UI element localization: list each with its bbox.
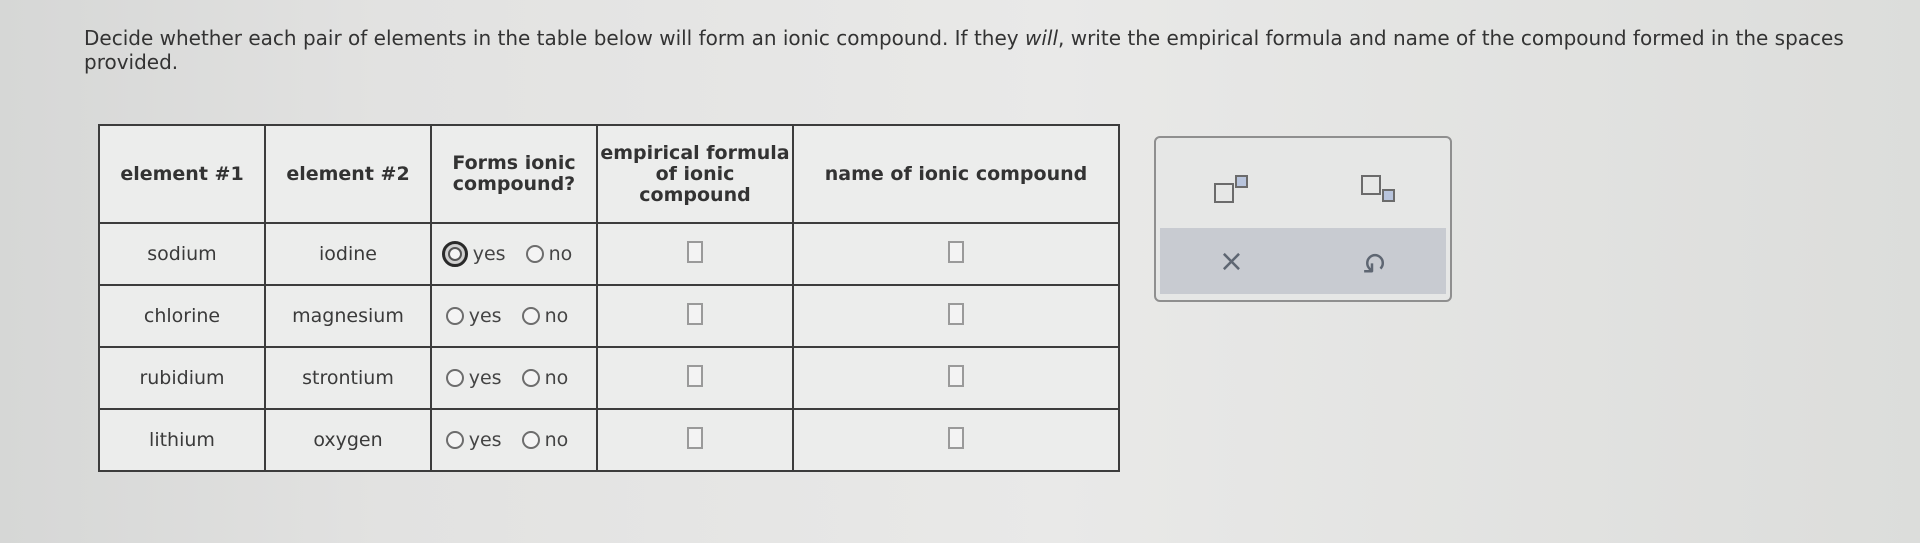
compound-name-input[interactable] xyxy=(948,364,964,387)
no-label: no xyxy=(544,429,569,451)
yes-radio[interactable] xyxy=(445,307,464,325)
header-element2: element #2 xyxy=(264,124,432,224)
table-row: chlorine magnesium yes no xyxy=(98,284,1120,348)
table-row: rubidium strontium yes no xyxy=(98,346,1120,410)
compound-name-input[interactable] xyxy=(948,240,964,263)
formula-toolbar: × ↺ xyxy=(1154,136,1452,302)
formula-cell xyxy=(596,346,794,410)
row-element2: iodine xyxy=(264,222,432,286)
formula-input[interactable] xyxy=(687,302,703,325)
yes-option[interactable]: yes xyxy=(445,305,502,327)
ionic-compound-table: element #1 element #2 Forms ionic compou… xyxy=(98,124,1120,472)
row-element2: strontium xyxy=(264,346,432,410)
no-radio[interactable] xyxy=(525,245,544,263)
no-label: no xyxy=(548,243,573,265)
no-option[interactable]: no xyxy=(525,243,573,265)
row-element1: sodium xyxy=(98,222,266,286)
yes-option[interactable]: yes xyxy=(445,429,502,451)
toolbar-action-row: × ↺ xyxy=(1160,228,1446,294)
header-compound-name: name of ionic compound xyxy=(792,124,1120,224)
formula-input[interactable] xyxy=(687,364,703,387)
name-cell xyxy=(792,222,1120,286)
yes-label: yes xyxy=(468,429,502,451)
toolbar-format-row xyxy=(1156,164,1450,214)
table-row: sodium iodine yes no xyxy=(98,222,1120,286)
row-element1: lithium xyxy=(98,408,266,472)
row-element2: magnesium xyxy=(264,284,432,348)
clear-button[interactable]: × xyxy=(1202,239,1262,283)
undo-icon: ↺ xyxy=(1361,243,1388,279)
formula-input[interactable] xyxy=(687,240,703,263)
instructions-emphasis: will xyxy=(1024,26,1058,50)
yes-label: yes xyxy=(468,305,502,327)
yes-radio[interactable] xyxy=(445,431,464,449)
formula-cell xyxy=(596,408,794,472)
instructions-text: Decide whether each pair of elements in … xyxy=(84,26,1874,74)
forms-ionic-radio-group: yes no xyxy=(430,408,598,472)
formula-cell xyxy=(596,284,794,348)
instructions-part1: Decide whether each pair of elements in … xyxy=(84,26,1025,50)
no-radio[interactable] xyxy=(521,431,540,449)
row-element1: rubidium xyxy=(98,346,266,410)
no-label: no xyxy=(544,305,569,327)
formula-cell xyxy=(596,222,794,286)
name-cell xyxy=(792,284,1120,348)
yes-option[interactable]: yes xyxy=(445,367,502,389)
forms-ionic-radio-group: yes no xyxy=(430,222,598,286)
row-element1: chlorine xyxy=(98,284,266,348)
formula-input[interactable] xyxy=(687,426,703,449)
compound-name-input[interactable] xyxy=(948,302,964,325)
table-row: lithium oxygen yes no xyxy=(98,408,1120,472)
header-forms-ionic: Forms ionic compound? xyxy=(430,124,598,224)
forms-ionic-radio-group: yes no xyxy=(430,346,598,410)
no-radio[interactable] xyxy=(521,369,540,387)
yes-radio[interactable] xyxy=(441,241,468,267)
yes-label: yes xyxy=(468,367,502,389)
undo-button[interactable]: ↺ xyxy=(1345,239,1405,283)
header-element1: element #1 xyxy=(98,124,266,224)
name-cell xyxy=(792,346,1120,410)
yes-label: yes xyxy=(472,243,506,265)
row-element2: oxygen xyxy=(264,408,432,472)
subscript-button[interactable] xyxy=(1347,167,1407,211)
yes-option[interactable]: yes xyxy=(441,241,506,267)
no-option[interactable]: no xyxy=(521,429,569,451)
header-empirical-formula: empirical formula of ionic compound xyxy=(596,124,794,224)
close-icon: × xyxy=(1218,243,1245,279)
subscript-icon xyxy=(1360,175,1395,202)
forms-ionic-radio-group: yes no xyxy=(430,284,598,348)
table-header-row: element #1 element #2 Forms ionic compou… xyxy=(98,124,1120,224)
superscript-icon xyxy=(1213,175,1248,203)
no-option[interactable]: no xyxy=(521,367,569,389)
no-label: no xyxy=(544,367,569,389)
yes-radio[interactable] xyxy=(445,369,464,387)
no-option[interactable]: no xyxy=(521,305,569,327)
superscript-button[interactable] xyxy=(1200,167,1260,211)
no-radio[interactable] xyxy=(521,307,540,325)
name-cell xyxy=(792,408,1120,472)
compound-name-input[interactable] xyxy=(948,426,964,449)
